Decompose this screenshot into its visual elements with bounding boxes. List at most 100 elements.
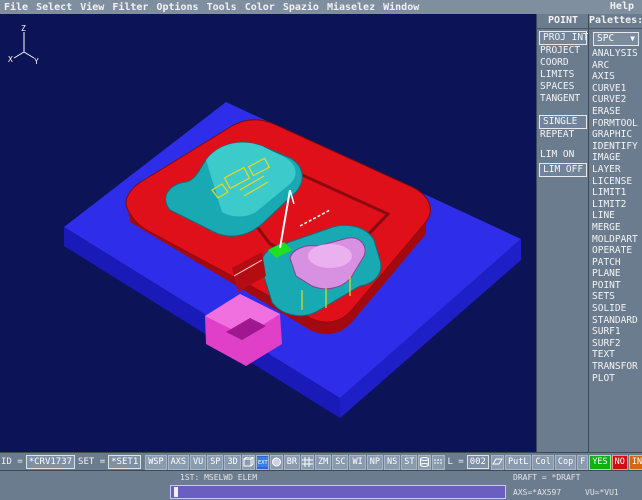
view-cube-icon[interactable] [241, 454, 255, 470]
menu-select[interactable]: Select [32, 2, 76, 13]
int-button[interactable]: INT [628, 454, 642, 470]
panel-spacer [537, 141, 589, 149]
exit-blue-icon[interactable]: EXT [255, 454, 269, 470]
command-input[interactable] [170, 485, 506, 499]
point-option-spaces[interactable]: SPACES [537, 81, 589, 93]
point-option-coord[interactable]: COORD [537, 57, 589, 69]
point-panel-title: POINT [537, 14, 589, 29]
point-option-limits[interactable]: LIMITS [537, 69, 589, 81]
3d-viewport[interactable]: Z X Y [0, 14, 536, 452]
toolbar-np-button[interactable]: NP [366, 454, 383, 470]
toolbar-wsp-button[interactable]: WSP [145, 454, 167, 470]
palette-item-graphic[interactable]: GRAPHIC [589, 129, 642, 141]
menu-tools[interactable]: Tools [203, 2, 241, 13]
toolbar-sp-button[interactable]: SP [207, 454, 224, 470]
l-label: L = [447, 456, 464, 467]
menu-color[interactable]: Color [241, 2, 279, 13]
palette-item-limit1[interactable]: LIMIT1 [589, 187, 642, 199]
line-pattern-icon[interactable] [432, 454, 446, 470]
id-field[interactable]: *CRV1737 [25, 455, 76, 469]
point-option-single[interactable]: SINGLE [539, 115, 587, 129]
palette-item-layer[interactable]: LAYER [589, 164, 642, 176]
toolbar-st-button[interactable]: ST [401, 454, 418, 470]
palette-item-identify[interactable]: IDENTIFY [589, 141, 642, 153]
point-option-repeat[interactable]: REPEAT [537, 129, 589, 141]
palette-item-analysis[interactable]: ANALYSIS [589, 48, 642, 60]
prompt-text: 1ST: MSELWD ELEM [180, 473, 258, 482]
palette-item-line[interactable]: LINE [589, 210, 642, 222]
axs-readout: AXS=*AX597 [513, 488, 562, 497]
toolbar-axs-button[interactable]: AXS [167, 454, 189, 470]
palette-item-patch[interactable]: PATCH [589, 257, 642, 269]
menu-filter[interactable]: Filter [108, 2, 152, 13]
palette-item-curve1[interactable]: CURVE1 [589, 83, 642, 95]
point-option-lim-on[interactable]: LIM ON [537, 149, 589, 161]
toolbar-cop-button[interactable]: Cop [554, 454, 577, 470]
toolbar-f-button[interactable]: F [577, 454, 589, 470]
palette-select[interactable]: SPC ▼ [593, 32, 639, 46]
plane-icon[interactable] [490, 454, 504, 470]
palette-item-plane[interactable]: PLANE [589, 268, 642, 280]
grid-icon[interactable] [300, 454, 314, 470]
palettes-panel: Palettes: SPC ▼ ANALYSIS ARC AXIS CURVE1 CUR… [588, 14, 642, 452]
palette-item-erase[interactable]: ERASE [589, 106, 642, 118]
cylinder-icon[interactable] [418, 454, 432, 470]
palette-item-transfor[interactable]: TRANSFOR [589, 361, 642, 373]
id-label: ID = [1, 456, 23, 467]
toolbar-wi-button[interactable]: WI [349, 454, 366, 470]
palette-item-operate[interactable]: OPERATE [589, 245, 642, 257]
sphere-icon[interactable] [269, 454, 283, 470]
palette-item-plot[interactable]: PLOT [589, 373, 642, 385]
toolbar-ns-button[interactable]: NS [383, 454, 401, 470]
palette-item-text[interactable]: TEXT [589, 349, 642, 361]
palette-item-sets[interactable]: SETS [589, 291, 642, 303]
menu-file[interactable]: File [0, 2, 32, 13]
draft-text: DRAFT = *DRAFT [513, 473, 581, 482]
set-field[interactable]: *SET1 [108, 455, 142, 469]
mold-model [64, 102, 521, 418]
palette-item-standard[interactable]: STANDARD [589, 315, 642, 327]
palette-item-axis[interactable]: AXIS [589, 71, 642, 83]
no-button[interactable]: NO [611, 454, 628, 470]
toolbar-zm-button[interactable]: ZM [314, 454, 332, 470]
palettes-panel-title: Palettes: [589, 14, 642, 29]
palette-item-formtool[interactable]: FORMTOOL [589, 118, 642, 130]
toolbar-col-button[interactable]: Col [532, 454, 554, 470]
palette-item-surf1[interactable]: SURF1 [589, 326, 642, 338]
palette-item-image[interactable]: IMAGE [589, 152, 642, 164]
menu-options[interactable]: Options [152, 2, 202, 13]
point-option-proj-int[interactable]: PROJ INT [539, 31, 589, 45]
palette-item-curve2[interactable]: CURVE2 [589, 94, 642, 106]
panel-spacer [537, 105, 589, 113]
palette-item-surf2[interactable]: SURF2 [589, 338, 642, 350]
point-option-tangent[interactable]: TANGENT [537, 93, 589, 105]
yes-button[interactable]: YES [589, 454, 611, 470]
l-field[interactable]: 002 [466, 455, 489, 469]
toolbar-3d-button[interactable]: 3D [224, 454, 241, 470]
palette-item-license[interactable]: LICENSE [589, 176, 642, 188]
menu-spazio[interactable]: Spazio [279, 2, 323, 13]
palette-item-limit2[interactable]: LIMIT2 [589, 199, 642, 211]
point-option-lim-off[interactable]: LIM OFF [539, 163, 587, 177]
point-option-project[interactable]: PROJECT [537, 45, 589, 57]
pink-core-top [308, 244, 352, 268]
toolbar-sc-button[interactable]: SC [332, 454, 349, 470]
point-panel: POINT PROJ INT PROJECT COORD LIMITS SPACES TA… [536, 14, 589, 452]
message-bar: 1ST: MSELWD ELEM DRAFT = *DRAFT AXS=*AX5… [0, 470, 642, 500]
palette-item-moldpart[interactable]: MOLDPART [589, 234, 642, 246]
palette-item-merge[interactable]: MERGE [589, 222, 642, 234]
text-cursor [174, 487, 178, 497]
toolbar-putl-button[interactable]: PutL [504, 454, 532, 470]
palette-item-point[interactable]: POINT [589, 280, 642, 292]
menu-help[interactable]: Help [606, 0, 638, 14]
menu-view[interactable]: View [76, 2, 108, 13]
toolbar-br-button[interactable]: BR [283, 454, 300, 470]
menu-window[interactable]: Window [379, 2, 423, 13]
palette-item-solide[interactable]: SOLIDE [589, 303, 642, 315]
palette-select-value: SPC [597, 33, 615, 44]
palette-item-arc[interactable]: ARC [589, 60, 642, 72]
chevron-down-icon: ▼ [630, 34, 635, 43]
toolbar-vu-button[interactable]: VU [189, 454, 207, 470]
menu-miaselez[interactable]: Miaselez [323, 2, 379, 13]
menu-bar: File Select View Filter Options Tools Color Spa… [0, 0, 642, 14]
